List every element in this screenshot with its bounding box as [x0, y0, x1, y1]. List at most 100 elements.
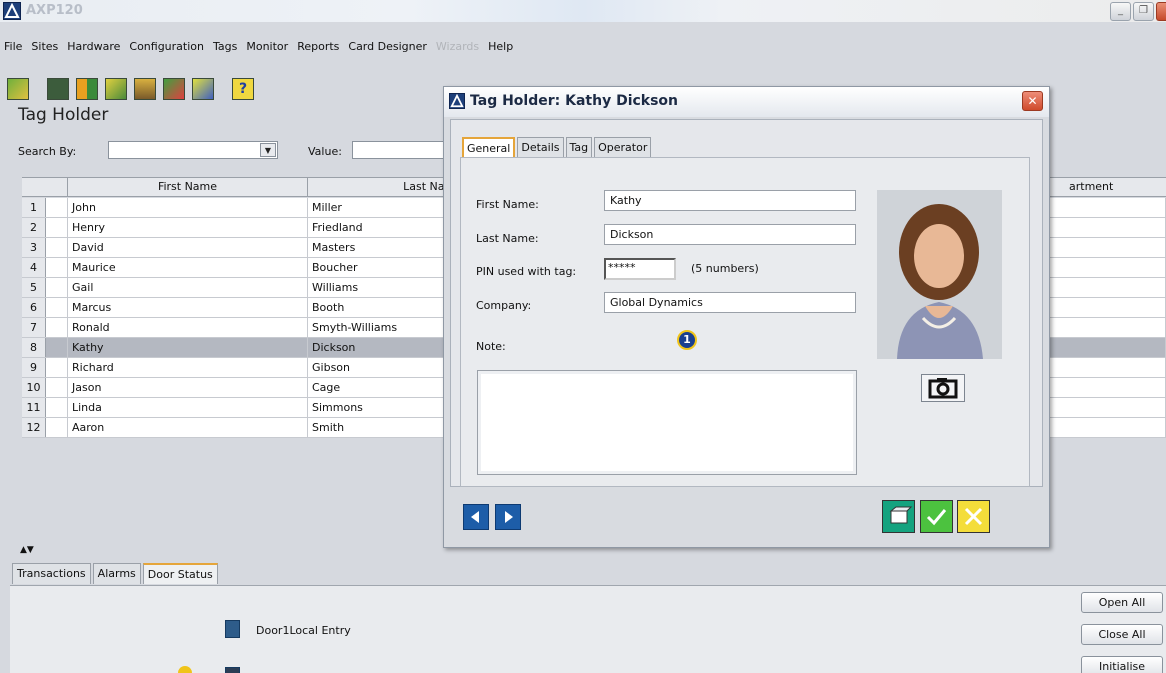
cell-department — [1067, 298, 1166, 317]
row-number: 3 — [22, 238, 46, 257]
schedule-icon[interactable] — [105, 78, 127, 100]
row-gutter — [46, 318, 68, 337]
menu-file[interactable]: File — [4, 40, 22, 53]
row-gutter — [46, 298, 68, 317]
company-field[interactable]: Global Dynamics — [604, 292, 856, 313]
search-by-label: Search By: — [18, 145, 77, 158]
close-icon[interactable]: ✕ — [1022, 91, 1043, 111]
tab-operator[interactable]: Operator — [594, 137, 652, 157]
cell-first-name: David — [68, 238, 308, 257]
restore-icon[interactable]: ❐ — [1133, 2, 1154, 21]
cell-first-name: Gail — [68, 278, 308, 297]
ok-icon[interactable] — [920, 500, 953, 533]
cell-first-name: John — [68, 198, 308, 217]
last-name-field[interactable]: Dickson — [604, 224, 856, 245]
row-gutter — [46, 238, 68, 257]
cell-department — [1067, 258, 1166, 277]
report-icon[interactable] — [163, 78, 185, 100]
app-logo-icon — [449, 93, 465, 109]
row-gutter — [46, 378, 68, 397]
initialise-button[interactable]: Initialise — [1081, 656, 1163, 673]
tab-general[interactable]: General — [462, 137, 516, 157]
toolbar: ? — [7, 77, 261, 101]
calculator-icon[interactable] — [47, 78, 69, 100]
tab-details[interactable]: Details — [517, 137, 564, 157]
row-number: 4 — [22, 258, 46, 277]
door-status-panel — [10, 585, 1166, 673]
column-department[interactable]: artment — [1067, 178, 1166, 197]
pin-field[interactable]: ***** — [604, 258, 676, 280]
holder-photo — [877, 190, 1002, 359]
row-gutter — [46, 398, 68, 417]
menu-wizards: Wizards — [435, 39, 480, 53]
row-gutter — [46, 218, 68, 237]
close-all-button[interactable]: Close All — [1081, 624, 1163, 645]
app-title: AXP120 — [26, 3, 83, 18]
cell-department — [1067, 278, 1166, 297]
camera-icon[interactable] — [921, 374, 965, 402]
menu-reports[interactable]: Reports — [297, 40, 339, 53]
callout-badge: 1 — [677, 330, 697, 350]
menu-help[interactable]: Help — [488, 40, 513, 53]
note-textarea[interactable] — [477, 370, 857, 475]
cell-department — [1067, 318, 1166, 337]
cell-first-name: Ronald — [68, 318, 308, 337]
previous-icon[interactable] — [463, 504, 489, 530]
row-number: 7 — [22, 318, 46, 337]
cell-first-name: Marcus — [68, 298, 308, 317]
access-icon[interactable] — [134, 78, 156, 100]
first-name-field[interactable]: Kathy — [604, 190, 856, 211]
search-by-select[interactable]: ▼ — [108, 141, 278, 159]
cell-department — [1067, 358, 1166, 377]
door-icon[interactable] — [225, 667, 240, 673]
open-all-button[interactable]: Open All — [1081, 592, 1163, 613]
minimize-icon[interactable]: _ — [1110, 2, 1131, 21]
cell-department — [1067, 338, 1166, 357]
cell-first-name: Richard — [68, 358, 308, 377]
menu-configuration[interactable]: Configuration — [129, 40, 204, 53]
cell-first-name: Kathy — [68, 338, 308, 357]
menu-monitor[interactable]: Monitor — [246, 40, 288, 53]
dialog-tabs: General Details Tag Operator — [462, 137, 653, 157]
cell-first-name: Maurice — [68, 258, 308, 277]
door-icon[interactable] — [225, 620, 240, 638]
row-gutter — [46, 418, 68, 437]
next-icon[interactable] — [495, 504, 521, 530]
title-bar: AXP120 _ ❐ — [0, 0, 1166, 22]
row-number: 12 — [22, 418, 46, 437]
help-icon[interactable]: ? — [232, 78, 254, 100]
close-icon[interactable] — [1156, 2, 1166, 21]
cell-first-name: Henry — [68, 218, 308, 237]
cell-department — [1067, 398, 1166, 417]
row-gutter — [46, 338, 68, 357]
tab-transactions[interactable]: Transactions — [12, 563, 91, 584]
row-number: 10 — [22, 378, 46, 397]
menu-hardware[interactable]: Hardware — [67, 40, 120, 53]
dialog-title-bar: Tag Holder: Kathy Dickson ✕ — [444, 87, 1049, 117]
value-label: Value: — [308, 145, 342, 158]
edit-icon[interactable] — [192, 78, 214, 100]
tab-alarms[interactable]: Alarms — [92, 563, 141, 584]
column-first-name[interactable]: First Name — [68, 178, 308, 197]
row-number: 8 — [22, 338, 46, 357]
cell-department — [1067, 198, 1166, 217]
row-gutter — [46, 278, 68, 297]
doors-icon[interactable] — [76, 78, 98, 100]
row-number-header — [22, 178, 68, 197]
menu-card-designer[interactable]: Card Designer — [348, 40, 427, 53]
print-card-icon[interactable] — [882, 500, 915, 533]
row-gutter — [46, 198, 68, 217]
cell-first-name: Linda — [68, 398, 308, 417]
sites-icon[interactable] — [7, 78, 29, 100]
tab-door-status[interactable]: Door Status — [142, 563, 218, 584]
cell-department — [1067, 418, 1166, 437]
row-number: 11 — [22, 398, 46, 417]
menu-sites[interactable]: Sites — [31, 40, 58, 53]
splitter-arrows-icon[interactable]: ▲▼ — [20, 545, 34, 555]
menu-tags[interactable]: Tags — [213, 40, 237, 53]
cancel-icon[interactable] — [957, 500, 990, 533]
tab-tag[interactable]: Tag — [565, 137, 593, 157]
chevron-down-icon[interactable]: ▼ — [260, 143, 276, 157]
row-number: 5 — [22, 278, 46, 297]
row-number: 9 — [22, 358, 46, 377]
